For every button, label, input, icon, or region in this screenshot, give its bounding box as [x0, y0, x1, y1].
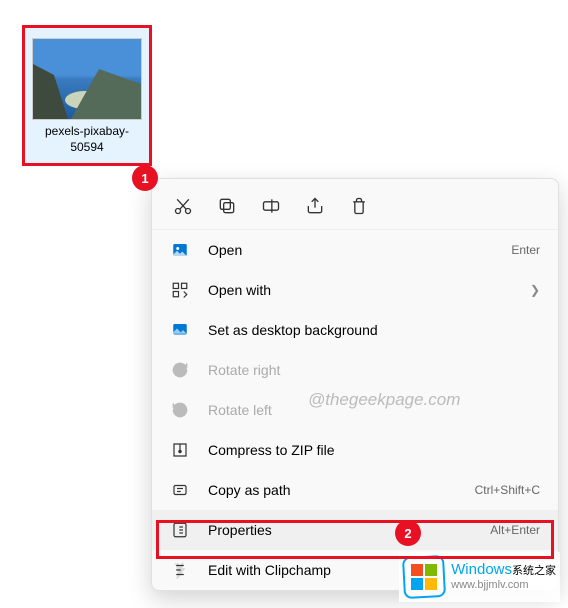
file-name: pexels-pixabay-50594 [27, 124, 147, 155]
menu-label: Properties [208, 522, 490, 538]
menu-shortcut: Enter [511, 243, 540, 257]
footer-brand: Windows [451, 561, 512, 578]
footer-url: www.bjjmlv.com [451, 579, 556, 592]
menu-item-rotate-right: Rotate right [152, 350, 558, 390]
delete-icon[interactable] [348, 195, 370, 217]
rotate-left-icon [170, 400, 190, 420]
footer-brand-suffix: 系统之家 [512, 565, 556, 577]
menu-label: Set as desktop background [208, 322, 540, 338]
footer-watermark: Windows系统之家 www.bjjmlv.com [399, 552, 560, 602]
context-menu: Open Enter Open with ❯ Set as desktop ba… [151, 178, 559, 591]
rotate-right-icon [170, 360, 190, 380]
cut-icon[interactable] [172, 195, 194, 217]
menu-shortcut: Alt+Enter [490, 523, 540, 537]
menu-item-open[interactable]: Open Enter [152, 230, 558, 270]
menu-item-open-with[interactable]: Open with ❯ [152, 270, 558, 310]
file-thumbnail [32, 38, 142, 120]
menu-label: Open [208, 242, 511, 258]
clipchamp-icon [170, 560, 190, 580]
chevron-right-icon: ❯ [530, 283, 540, 297]
annotation-badge-2: 2 [395, 520, 421, 546]
menu-item-compress[interactable]: Compress to ZIP file [152, 430, 558, 470]
annotation-badge-1: 1 [132, 165, 158, 191]
menu-label: Copy as path [208, 482, 475, 498]
menu-shortcut: Ctrl+Shift+C [475, 483, 540, 497]
watermark-text: @thegeekpage.com [308, 390, 460, 410]
menu-item-properties[interactable]: Properties Alt+Enter [152, 510, 558, 550]
copy-path-icon [170, 480, 190, 500]
zip-icon [170, 440, 190, 460]
copy-icon[interactable] [216, 195, 238, 217]
menu-item-set-background[interactable]: Set as desktop background [152, 310, 558, 350]
menu-item-copy-path[interactable]: Copy as path Ctrl+Shift+C [152, 470, 558, 510]
menu-label: Open with [208, 282, 522, 298]
image-icon [170, 240, 190, 260]
file-item[interactable]: pexels-pixabay-50594 [22, 25, 152, 166]
windows-logo-icon [403, 556, 445, 598]
rename-icon[interactable] [260, 195, 282, 217]
quick-actions-row [152, 185, 558, 230]
menu-label: Compress to ZIP file [208, 442, 540, 458]
desktop-bg-icon [170, 320, 190, 340]
properties-icon [170, 520, 190, 540]
share-icon[interactable] [304, 195, 326, 217]
menu-label: Rotate right [208, 362, 540, 378]
open-with-icon [170, 280, 190, 300]
